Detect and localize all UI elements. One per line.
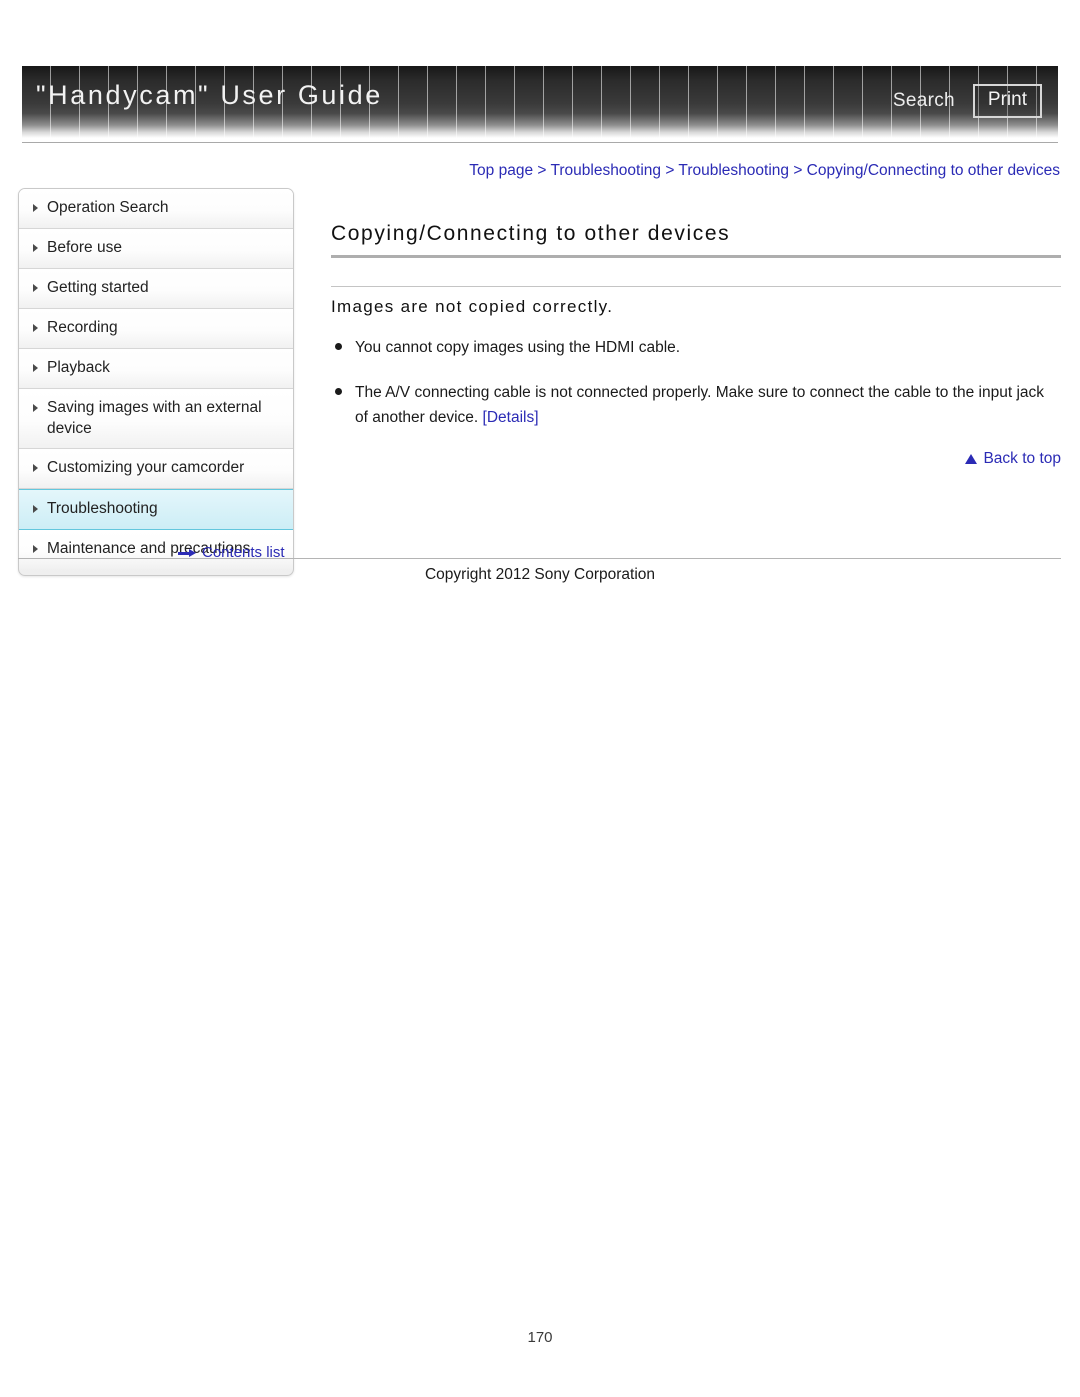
sidebar-item-label: Troubleshooting: [47, 500, 158, 518]
triangle-right-icon: [33, 204, 38, 212]
sidebar-item-before-use[interactable]: Before use: [19, 228, 293, 269]
search-button[interactable]: Search: [893, 90, 955, 112]
triangle-up-icon: [965, 454, 978, 465]
troubleshooting-list: You cannot copy images using the HDMI ca…: [331, 335, 1061, 430]
title-divider: [331, 255, 1061, 258]
sidebar-item-label: Recording: [47, 318, 118, 336]
page-title: Copying/Connecting to other devices: [331, 222, 731, 245]
back-to-top-label: Back to top: [983, 450, 1061, 468]
banner-divider: [22, 142, 1058, 143]
triangle-right-icon: [33, 243, 38, 252]
sidebar-item-playback[interactable]: Playback: [19, 348, 293, 389]
sidebar-item-recording[interactable]: Recording: [19, 308, 293, 349]
sidebar-nav: Operation Search Before use Getting star…: [18, 188, 294, 577]
sidebar-item-label: Operation Search: [47, 199, 169, 216]
sidebar-item-label: Playback: [47, 358, 110, 376]
main-content: Copying/Connecting to other devices Imag…: [331, 222, 1061, 468]
header-banner: "Handycam" User Guide Search Print: [22, 66, 1058, 138]
sidebar-item-label: Customizing your camcorder: [47, 459, 245, 477]
triangle-right-icon: [33, 403, 38, 412]
app-title: "Handycam" User Guide: [36, 80, 383, 110]
list-item-text: You cannot copy images using the HDMI ca…: [355, 339, 681, 356]
sidebar-item-label: Before use: [47, 238, 122, 256]
sidebar-item-label: Saving images with an external device: [47, 398, 262, 437]
triangle-right-icon: [33, 505, 38, 514]
print-button[interactable]: Print: [972, 84, 1042, 118]
section-divider: [331, 286, 1061, 287]
sidebar-item-saving-images[interactable]: Saving images with an external device: [19, 388, 293, 450]
sidebar-item-operation-search[interactable]: Operation Search: [19, 189, 293, 229]
details-link[interactable]: [Details]: [483, 409, 539, 426]
sidebar-item-customizing[interactable]: Customizing your camcorder: [19, 449, 293, 490]
list-item-text: The A/V connecting cable is not connecte…: [355, 384, 1045, 427]
triangle-right-icon: [33, 545, 38, 554]
triangle-right-icon: [33, 283, 38, 292]
list-item: The A/V connecting cable is not connecte…: [331, 380, 1061, 430]
banner-actions: Search Print: [893, 84, 1042, 118]
section-title: Images are not copied correctly.: [331, 297, 614, 316]
arrow-right-icon: [178, 548, 196, 558]
copyright-text: Copyright 2012 Sony Corporation: [424, 566, 656, 583]
list-item: You cannot copy images using the HDMI ca…: [331, 335, 1061, 360]
triangle-right-icon: [33, 363, 38, 372]
page-number: 170: [527, 1329, 553, 1346]
sidebar-item-troubleshooting[interactable]: Troubleshooting: [19, 489, 293, 531]
breadcrumb[interactable]: Top page > Troubleshooting > Troubleshoo…: [469, 162, 1060, 180]
triangle-right-icon: [33, 464, 38, 473]
sidebar-item-label: Getting started: [47, 278, 149, 296]
back-to-top-link[interactable]: Back to top: [331, 450, 1061, 468]
banner-background: "Handycam" User Guide Search Print: [22, 66, 1058, 138]
triangle-right-icon: [33, 323, 38, 332]
sidebar-item-getting-started[interactable]: Getting started: [19, 268, 293, 309]
footer-divider: [18, 558, 1061, 559]
